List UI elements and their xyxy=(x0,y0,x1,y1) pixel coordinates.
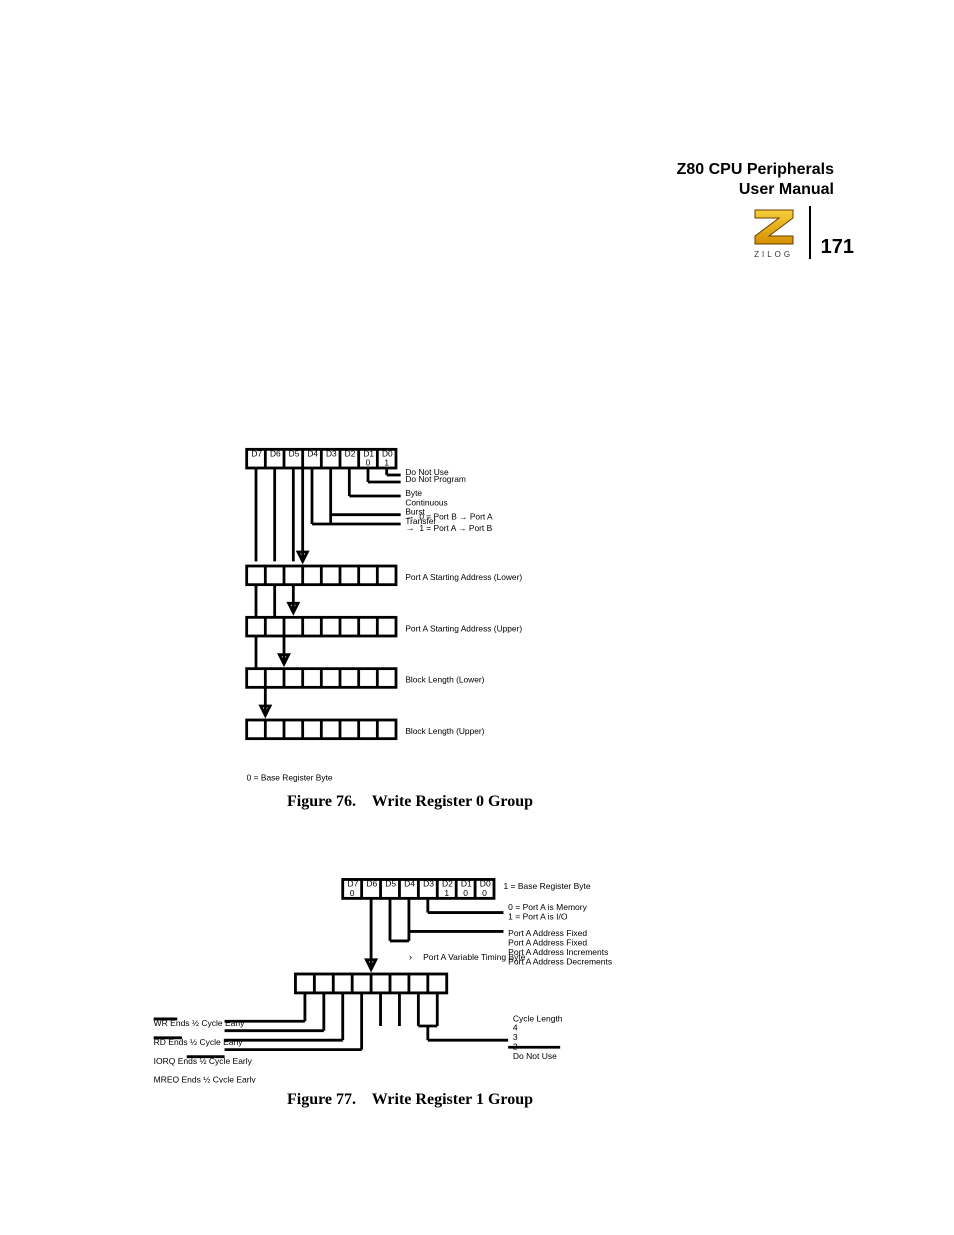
svg-text:D5: D5 xyxy=(385,879,396,889)
header-logo-row: ZILOG 171 xyxy=(594,206,854,259)
wr1-early: WR Ends ½ Cycle Early xyxy=(154,1018,245,1028)
page-header: Z80 CPU Peripherals User Manual ZILOG 17… xyxy=(594,160,854,259)
figure-77-diagram: D7 D6 D5 D4 D3 D2 D1 D0 0 1 0 0 › Port A… xyxy=(130,870,650,1083)
wr1-label: 1 = Port A is I/O xyxy=(508,912,568,922)
svg-text:0: 0 xyxy=(463,888,468,898)
wr1-cycle-title: Cycle Length xyxy=(513,1013,563,1023)
svg-text:1: 1 xyxy=(384,458,389,468)
figure-76: D7 D6 D5 D4 D3 D2 D1 D0 0 1 xyxy=(130,440,690,811)
svg-text:0: 0 xyxy=(350,888,355,898)
caption-prefix: Figure 76. xyxy=(287,793,356,810)
wr0-label: Do Not Program xyxy=(405,474,466,484)
wr0-row-label: Block Length (Upper) xyxy=(405,726,484,736)
caption-prefix: Figure 77. xyxy=(287,1091,356,1108)
svg-text:›: › xyxy=(409,952,412,963)
wr1-base-label: 1 = Base Register Byte xyxy=(503,881,590,891)
svg-text:0: 0 xyxy=(482,888,487,898)
figure-77-caption: Figure 77. Write Register 1 Group xyxy=(130,1091,690,1109)
wr1-label: Port A Address Decrements xyxy=(508,957,612,967)
doc-title-2: User Manual xyxy=(594,180,854,200)
brand-text: ZILOG xyxy=(754,250,793,259)
figure-76-caption: Figure 76. Write Register 0 Group xyxy=(130,793,690,811)
svg-text:D2: D2 xyxy=(345,448,356,458)
svg-text:→: → xyxy=(405,511,414,521)
brand-logo: ZILOG xyxy=(751,206,811,259)
doc-title-1: Z80 CPU Peripherals xyxy=(594,160,854,180)
wr1-early: RD Ends ½ Cycle Early xyxy=(154,1037,244,1047)
wr1-cycle: Do Not Use xyxy=(513,1051,557,1061)
figure-76-diagram: D7 D6 D5 D4 D3 D2 D1 D0 0 1 xyxy=(130,440,550,785)
svg-text:1: 1 xyxy=(444,888,449,898)
svg-text:D7: D7 xyxy=(251,448,262,458)
wr1-early: IORQ Ends ½ Cycle Early xyxy=(154,1056,253,1066)
svg-text:D4: D4 xyxy=(307,448,318,458)
wr1-early: MREQ Ends ½ Cycle Early xyxy=(154,1075,257,1083)
svg-text:D4: D4 xyxy=(404,879,415,889)
wr0-base-label: 0 = Base Register Byte xyxy=(247,773,333,783)
svg-text:1 = Port A → Port B: 1 = Port A → Port B xyxy=(419,523,492,533)
caption-text: Write Register 0 Group xyxy=(372,793,533,810)
svg-text:D3: D3 xyxy=(326,448,337,458)
page-number: 171 xyxy=(821,236,854,259)
wr0-row-label: Block Length (Lower) xyxy=(405,675,484,685)
figure-77: D7 D6 D5 D4 D3 D2 D1 D0 0 1 0 0 › Port A… xyxy=(130,870,690,1109)
svg-text:→: → xyxy=(405,523,414,533)
caption-text: Write Register 1 Group xyxy=(372,1091,533,1108)
svg-text:D6: D6 xyxy=(270,448,281,458)
svg-text:D6: D6 xyxy=(366,879,377,889)
svg-text:D3: D3 xyxy=(423,879,434,889)
svg-text:0: 0 xyxy=(366,458,371,468)
wr0-row-label: Port A Starting Address (Upper) xyxy=(405,623,522,633)
wr0-row-label: Port A Starting Address (Lower) xyxy=(405,572,522,582)
svg-text:0 = Port B → Port A: 0 = Port B → Port A xyxy=(419,511,493,521)
svg-text:D5: D5 xyxy=(289,448,300,458)
zilog-z-icon xyxy=(751,206,797,248)
